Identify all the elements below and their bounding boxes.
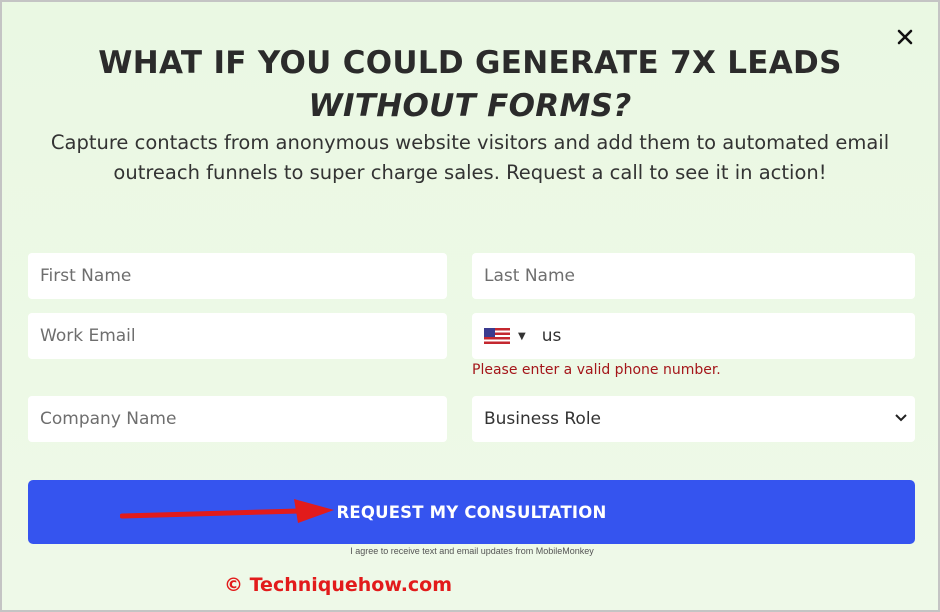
phone-error-message: Please enter a valid phone number. (472, 362, 721, 378)
company-name-placeholder: Company Name (40, 409, 177, 429)
headline-line-1: WHAT IF YOU COULD GENERATE 7X LEADS (98, 45, 842, 81)
submit-label: REQUEST MY CONSULTATION (336, 502, 607, 522)
business-role-value: Business Role (484, 409, 601, 429)
business-role-select[interactable]: Business Role (472, 396, 915, 442)
work-email-field[interactable]: Work Email (28, 313, 447, 359)
us-flag-icon[interactable] (484, 328, 510, 344)
last-name-placeholder: Last Name (484, 266, 575, 286)
first-name-placeholder: First Name (40, 266, 132, 286)
lead-form-modal: WHAT IF YOU COULD GENERATE 7X LEADS WITH… (0, 0, 940, 612)
company-name-field[interactable]: Company Name (28, 396, 447, 442)
chevron-down-icon (895, 414, 907, 422)
headline-line-2: WITHOUT FORMS? (308, 88, 632, 124)
first-name-field[interactable]: First Name (28, 253, 447, 299)
consent-text: I agree to receive text and email update… (350, 546, 594, 556)
subheading: Capture contacts from anonymous website … (50, 131, 890, 184)
phone-field[interactable]: ▼ us (472, 313, 915, 359)
work-email-placeholder: Work Email (40, 326, 136, 346)
headline: WHAT IF YOU COULD GENERATE 7X LEADS WITH… (2, 42, 938, 128)
watermark: © Techniquehow.com (224, 574, 453, 596)
red-arrow-annotation (120, 499, 334, 523)
phone-value: us (541, 326, 562, 346)
country-dropdown-caret-icon[interactable]: ▼ (518, 331, 526, 342)
last-name-field[interactable]: Last Name (472, 253, 915, 299)
